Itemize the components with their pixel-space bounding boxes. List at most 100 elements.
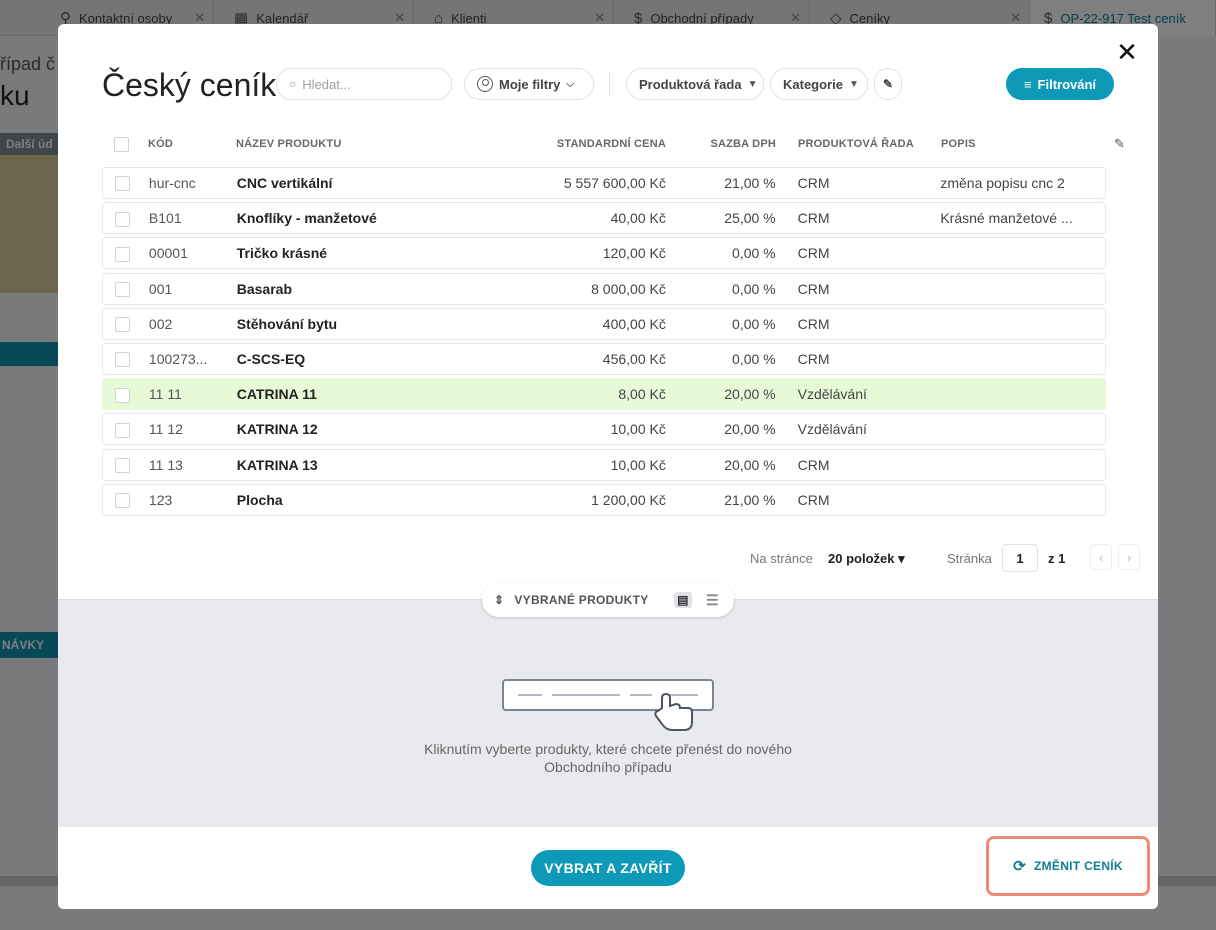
cell-price: 10,00 Kč [610,456,666,473]
table-row[interactable]: 11 12 KATRINA 12 10,00 Kč 20,00 % Vzdělávání [102,413,1106,446]
close-icon[interactable]: ✕ [1116,39,1138,65]
cell-price: 456,00 Kč [602,350,666,367]
search-box[interactable]: ○ [276,68,452,100]
row-checkbox-cell [103,210,149,227]
row-checkbox[interactable] [115,246,130,262]
table-body: hur-cnc CNC vertikální 5 557 600,00 Kč 21,0… [102,167,1106,519]
select-all-cell [102,136,148,152]
row-checkbox[interactable] [115,211,130,227]
edit-columns-icon[interactable]: ✎ [1114,136,1125,152]
cell-code: 001 [148,280,173,297]
select-and-close-button[interactable]: VYBRAT A ZAVŘÍT [531,850,685,886]
search-input[interactable] [302,76,433,92]
page-label: Stránka [947,551,992,566]
list-view-icon[interactable]: ☰ [706,592,719,609]
my-filters-label: Moje filtry [499,76,561,92]
row-checkbox-cell [103,175,149,192]
table-row[interactable]: B101 Knoflíky - manžetové 40,00 Kč 25,00 % C… [102,202,1106,235]
search-icon: ○ [289,77,297,91]
cell-product-name: Stěhování bytu [236,315,338,332]
category-filter[interactable]: Kategorie ▼ [770,68,868,100]
cell-product-line: CRM [797,350,830,367]
table-row[interactable]: 11 11 CATRINA 11 8,00 Kč 20,00 % Vzdělávání [102,378,1106,411]
select-all-checkbox[interactable] [114,136,129,152]
cell-product-line: CRM [797,210,830,227]
cell-price: 8 000,00 Kč [591,280,666,297]
change-pricelist-button[interactable]: ⟳ ZMĚNIT CENÍK [986,836,1150,896]
modal-toolbar: Český ceník ○ Moje filtry ⌵ Produktová ř… [102,68,1114,102]
next-page-button[interactable]: › [1118,544,1140,570]
cell-price: 40,00 Kč [610,210,666,227]
cell-vat: 21,00 % [724,491,776,508]
cell-product-line: CRM [797,175,830,191]
prev-page-button[interactable]: ‹ [1090,544,1112,570]
chevron-down-icon: ⌵ [566,78,574,90]
row-checkbox[interactable] [115,422,130,438]
pencil-icon: ✎ [882,77,894,91]
column-header-description[interactable]: POPIS [941,138,1106,150]
row-checkbox[interactable] [115,493,130,509]
table-row[interactable]: 00001 Tričko krásné 120,00 Kč 0,00 % CRM [102,237,1106,270]
per-page-label: Na stránce [750,551,813,566]
page-count: z 1 [1048,551,1066,566]
table-row[interactable]: 001 Basarab 8 000,00 Kč 0,00 % CRM [102,272,1106,305]
cell-product-name: Tričko krásné [236,245,328,262]
cell-vat: 20,00 % [724,421,776,438]
cell-product-line: CRM [797,456,830,473]
table-row[interactable]: 100273... C-SCS-EQ 456,00 Kč 0,00 % CRM [102,342,1106,375]
cell-product-name: CATRINA 11 [236,386,317,403]
column-header-vat[interactable]: SAZBA DPH [666,138,776,150]
per-page-value: 20 položek [828,551,895,566]
cell-price: 10,00 Kč [610,421,666,438]
cell-price: 400,00 Kč [602,315,666,332]
page-title: Český ceník [102,67,277,103]
cell-product-name: Knoflíky - manžetové [236,210,377,227]
cell-product-line: CRM [797,491,830,508]
column-header-price[interactable]: STANDARDNÍ CENA [456,138,666,150]
cell-product-name: CNC vertikální [236,175,333,191]
cell-product-name: Basarab [236,280,293,297]
cell-vat: 25,00 % [724,210,776,227]
product-line-label: Produktová řada [639,76,742,92]
cell-product-line: CRM [797,245,830,262]
filter-button-label: Filtrování [1037,76,1097,92]
table-row[interactable]: 11 13 KATRINA 13 10,00 Kč 20,00 % CRM [102,448,1106,481]
selected-products-panel: ⇕ VYBRANÉ PRODUKTY ▤ ☰ Kliknutím vyberte… [58,583,1158,827]
cell-product-line: Vzdělávání [797,421,867,438]
cell-code: hur-cnc [148,175,196,191]
filter-button[interactable]: ≡ Filtrování [1006,68,1114,100]
table-row[interactable]: 002 Stěhování bytu 400,00 Kč 0,00 % CRM [102,307,1106,340]
cell-vat: 20,00 % [724,386,776,403]
change-pricelist-label: ZMĚNIT CENÍK [1033,859,1123,873]
row-checkbox[interactable] [115,281,130,297]
user-icon [477,76,493,92]
cell-price: 8,00 Kč [618,386,666,403]
selected-products-label: VYBRANÉ PRODUKTY [514,593,649,607]
cell-vat: 21,00 % [724,175,776,191]
column-header-name[interactable]: NÁZEV PRODUKTU [236,138,456,150]
chevron-down-icon: ▼ [747,78,758,90]
row-checkbox[interactable] [115,387,130,403]
product-line-filter[interactable]: Produktová řada ▼ [626,68,764,100]
column-header-code[interactable]: KÓD [148,138,236,150]
edit-filters-button[interactable]: ✎ [874,68,902,100]
compact-view-icon[interactable]: ▤ [674,592,692,608]
row-checkbox-cell [103,456,149,473]
table-header: KÓD NÁZEV PRODUKTU STANDARDNÍ CENA SAZBA… [102,132,1106,156]
table-row[interactable]: hur-cnc CNC vertikální 5 557 600,00 Kč 21,0… [102,167,1106,199]
row-checkbox[interactable] [115,176,130,192]
row-checkbox[interactable] [115,457,130,473]
row-checkbox[interactable] [115,317,130,333]
cell-vat: 0,00 % [732,350,776,367]
cell-description: Krásné manžetové ... [940,210,1073,227]
pagination: Na stránce 20 položek ▾ Stránka z 1 ‹ › [750,544,1144,572]
cell-code: 100273... [148,350,208,367]
table-row[interactable]: 123 Plocha 1 200,00 Kč 21,00 % CRM [102,483,1106,516]
per-page-select[interactable]: 20 položek ▾ [828,551,905,567]
selected-products-toggle[interactable]: ⇕ VYBRANÉ PRODUKTY ▤ ☰ [482,583,734,617]
cell-code: B101 [148,210,182,227]
page-number-input[interactable] [1002,544,1038,572]
column-header-product-line[interactable]: PRODUKTOVÁ ŘADA [776,138,941,150]
row-checkbox[interactable] [115,352,130,368]
my-filters-dropdown[interactable]: Moje filtry ⌵ [464,68,594,100]
